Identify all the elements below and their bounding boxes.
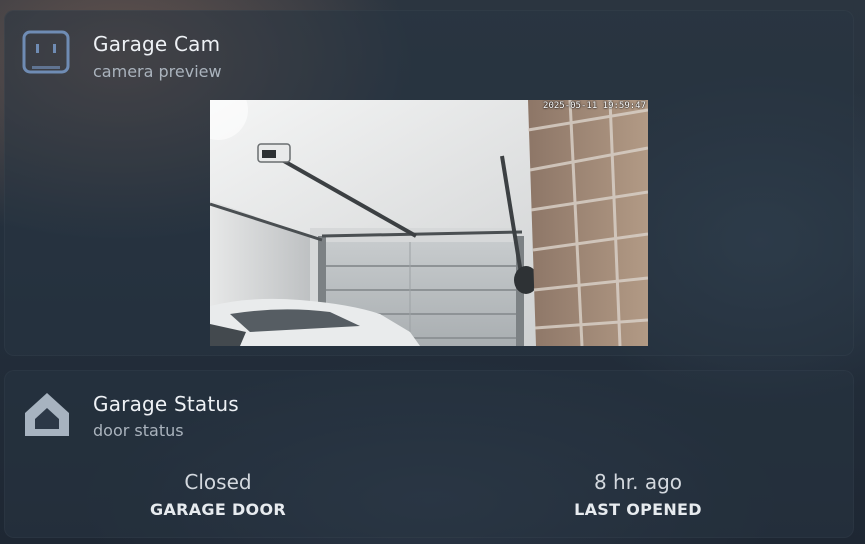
garage-status-card[interactable]: Garage Status door status Closed GARAGE … xyxy=(4,370,854,538)
last-opened-stat: 8 hr. ago LAST OPENED xyxy=(488,470,788,519)
garage-door-value: Closed xyxy=(184,470,252,494)
garage-door-label: GARAGE DOOR xyxy=(150,500,286,519)
camera-timestamp: 2025-05-11 19:59:47 xyxy=(543,101,646,111)
card-title: Garage Cam xyxy=(93,32,221,56)
camera-icon xyxy=(22,26,72,76)
card-subtitle: door status xyxy=(93,421,184,440)
camera-preview-image xyxy=(210,100,648,346)
last-opened-label: LAST OPENED xyxy=(574,500,702,519)
last-opened-value: 8 hr. ago xyxy=(593,470,683,494)
camera-preview[interactable]: 2025-05-11 19:59:47 xyxy=(210,100,648,346)
garage-door-stat: Closed GARAGE DOOR xyxy=(68,470,368,519)
card-title: Garage Status xyxy=(93,392,239,416)
card-subtitle: camera preview xyxy=(93,62,222,81)
home-icon xyxy=(22,388,72,438)
garage-cam-card[interactable]: Garage Cam camera preview 2025-05-11 19:… xyxy=(4,10,854,356)
